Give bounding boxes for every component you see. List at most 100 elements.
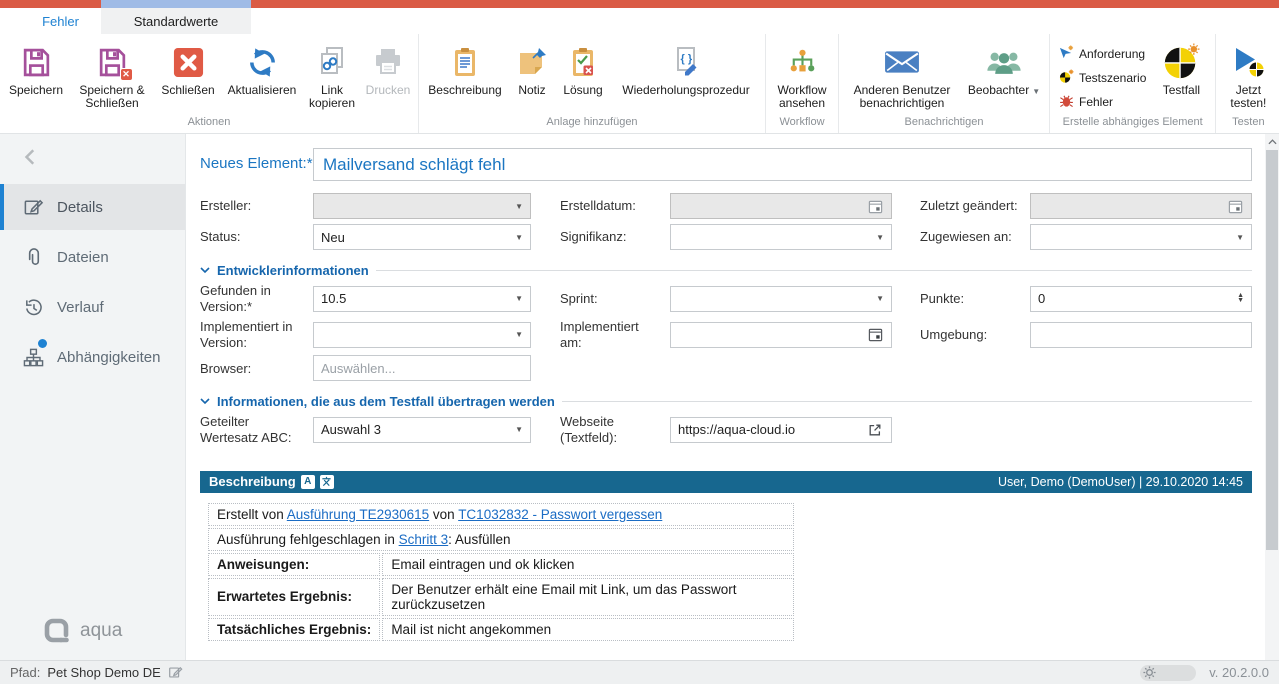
testcase-icon bbox=[1162, 43, 1200, 81]
sidebar-item-abhaengigkeiten[interactable]: Abhängigkeiten bbox=[0, 334, 185, 380]
status-dropdown[interactable]: Neu▼ bbox=[313, 224, 531, 250]
geteilter-wertesatz-dropdown[interactable]: Auswahl 3▼ bbox=[313, 417, 531, 443]
create-defect-button[interactable]: Fehler bbox=[1059, 93, 1146, 111]
repetition-procedure-icon: { } bbox=[670, 43, 702, 81]
external-link-icon[interactable] bbox=[866, 421, 884, 439]
testcase-link[interactable]: TC1032832 - Passwort vergessen bbox=[458, 507, 662, 522]
paperclip-icon bbox=[22, 246, 44, 268]
add-solution-button[interactable]: Lösung bbox=[556, 41, 610, 99]
run-test-button[interactable]: Jetzt testen! bbox=[1219, 41, 1277, 113]
body: Details Dateien Verlauf bbox=[0, 134, 1279, 660]
hierarchy-icon bbox=[22, 346, 44, 368]
refresh-button[interactable]: Aktualisieren bbox=[221, 41, 303, 99]
dropdown-caret-icon: ▼ bbox=[1236, 233, 1244, 242]
notify-other-user-button[interactable]: Anderen Benutzer benachrichtigen bbox=[842, 41, 962, 113]
browser-input[interactable] bbox=[313, 355, 531, 381]
erwartetes-ergebnis-value: Der Benutzer erhält eine Email mit Link,… bbox=[382, 578, 794, 616]
ribbon-group-benachrichtigen: Anderen Benutzer benachrichtigen Beobach… bbox=[839, 34, 1050, 133]
browser-text-input[interactable] bbox=[321, 356, 523, 380]
workflow-icon bbox=[786, 43, 819, 81]
tab-fehler[interactable]: Fehler bbox=[20, 8, 101, 34]
edit-details-icon bbox=[22, 196, 44, 218]
stepper-arrows-icon[interactable]: ▲▼ bbox=[1237, 294, 1244, 303]
section-title: Entwicklerinformationen bbox=[217, 263, 369, 278]
erwartetes-ergebnis-label: Erwartetes Ergebnis: bbox=[208, 578, 380, 616]
aqua-logo-text: aqua bbox=[80, 620, 122, 642]
table-row: Ausführung fehlgeschlagen in Schritt 3: … bbox=[208, 528, 794, 551]
signifikanz-dropdown[interactable]: ▼ bbox=[670, 224, 892, 250]
vertical-scrollbar[interactable] bbox=[1265, 134, 1279, 660]
sprint-dropdown[interactable]: ▼ bbox=[670, 286, 892, 312]
implementiert-in-version-dropdown[interactable]: ▼ bbox=[313, 322, 531, 348]
scrollbar-up-arrow[interactable] bbox=[1265, 134, 1279, 149]
webseite-input[interactable]: https://aqua-cloud.io bbox=[670, 417, 892, 443]
create-requirement-button[interactable]: Anforderung bbox=[1059, 45, 1146, 63]
umgebung-input[interactable] bbox=[1030, 322, 1252, 348]
sidebar-item-verlauf-label: Verlauf bbox=[57, 299, 104, 316]
punkte-stepper[interactable]: 0 ▲▼ bbox=[1030, 286, 1252, 312]
description-header-bar: Beschreibung A User, Demo (DemoUser) | 2… bbox=[200, 471, 1252, 493]
notification-dot bbox=[38, 339, 47, 348]
edit-path-icon[interactable] bbox=[168, 665, 183, 680]
copy-link-button[interactable]: Link kopieren bbox=[303, 41, 361, 113]
create-testcase-button[interactable]: Testfall bbox=[1150, 41, 1212, 99]
sidebar-item-dateien-label: Dateien bbox=[57, 249, 109, 266]
section-testfall-informationen[interactable]: Informationen, die aus dem Testfall über… bbox=[200, 394, 1252, 409]
save-button[interactable]: Speichern bbox=[3, 41, 69, 99]
save-and-close-icon: ✕ bbox=[96, 43, 129, 81]
translate-lang-icon[interactable] bbox=[320, 475, 334, 489]
translate-a-icon[interactable]: A bbox=[301, 475, 315, 489]
dropdown-caret-icon: ▼ bbox=[515, 330, 523, 339]
observer-people-icon bbox=[984, 43, 1024, 81]
tab-standardwerte[interactable]: Standardwerte bbox=[101, 8, 251, 34]
save-and-close-button[interactable]: ✕ Speichern & Schließen bbox=[69, 41, 155, 113]
execution-link[interactable]: Ausführung TE2930615 bbox=[287, 507, 429, 522]
create-defect-label: Fehler bbox=[1079, 95, 1113, 109]
description-table: Erstellt von Ausführung TE2930615 von TC… bbox=[206, 501, 796, 643]
ribbon-tab-bar: Fehler Standardwerte bbox=[0, 8, 1279, 34]
sidebar-collapse-button[interactable] bbox=[22, 148, 42, 168]
zugewiesen-an-dropdown[interactable]: ▼ bbox=[1030, 224, 1252, 250]
implementiert-am-datepicker[interactable] bbox=[670, 322, 892, 348]
ribbon-group-label-abhaengiges-element: Erstelle abhängiges Element bbox=[1053, 114, 1212, 133]
table-row: Anweisungen: Email eintragen und ok klic… bbox=[208, 553, 794, 576]
print-button-label: Drucken bbox=[366, 84, 411, 97]
run-test-icon bbox=[1230, 43, 1266, 81]
window-accent-strip bbox=[0, 0, 1279, 8]
close-button[interactable]: Schließen bbox=[155, 41, 221, 99]
calendar-icon bbox=[866, 197, 884, 215]
calendar-icon[interactable] bbox=[866, 326, 884, 344]
add-note-button[interactable]: Notiz bbox=[508, 41, 556, 99]
sidebar-item-verlauf[interactable]: Verlauf bbox=[0, 284, 185, 330]
observer-dropdown-button[interactable]: Beobachter▼ bbox=[962, 41, 1046, 99]
view-workflow-button-label: Workflow ansehen bbox=[773, 84, 831, 111]
form-content: Neues Element:* Ersteller: ▼ Erstelldatu… bbox=[186, 134, 1265, 660]
title-input[interactable] bbox=[313, 148, 1252, 181]
save-and-close-button-label: Speichern & Schließen bbox=[73, 84, 151, 111]
view-workflow-button[interactable]: Workflow ansehen bbox=[769, 41, 835, 113]
svg-text:{ }: { } bbox=[681, 53, 693, 65]
tatsaechliches-ergebnis-label: Tatsächliches Ergebnis: bbox=[208, 618, 380, 641]
sidebar-item-dateien[interactable]: Dateien bbox=[0, 234, 185, 280]
add-repetition-procedure-button[interactable]: { } Wiederholungsprozedur bbox=[610, 41, 762, 99]
add-description-button[interactable]: Beschreibung bbox=[422, 41, 508, 99]
implementiert-am-label: Implementiert am: bbox=[531, 319, 670, 350]
settings-button[interactable] bbox=[1140, 665, 1196, 681]
create-testscenario-button[interactable]: Testszenario bbox=[1059, 69, 1146, 87]
sidebar-item-details[interactable]: Details bbox=[0, 184, 185, 230]
dropdown-caret-icon: ▼ bbox=[515, 233, 523, 242]
section-entwicklerinformationen[interactable]: Entwicklerinformationen bbox=[200, 263, 1252, 278]
print-button: Drucken bbox=[361, 41, 415, 99]
step-link[interactable]: Schritt 3 bbox=[399, 532, 449, 547]
sidebar-nav: Details Dateien Verlauf bbox=[0, 184, 185, 380]
ribbon-group-abhaengiges-element: Anforderung Testszenario Fehler bbox=[1050, 34, 1216, 133]
window-accent-strip-highlight bbox=[101, 0, 251, 8]
create-testcase-label: Testfall bbox=[1163, 84, 1200, 97]
zuletzt-geaendert-label: Zuletzt geändert: bbox=[892, 198, 1030, 214]
gefunden-in-version-dropdown[interactable]: 10.5▼ bbox=[313, 286, 531, 312]
scrollbar-thumb[interactable] bbox=[1266, 150, 1278, 550]
path-label: Pfad: bbox=[10, 665, 40, 680]
umgebung-label: Umgebung: bbox=[892, 327, 1030, 343]
sidebar-item-abhaengigkeiten-label: Abhängigkeiten bbox=[57, 349, 160, 366]
save-icon bbox=[20, 43, 53, 81]
